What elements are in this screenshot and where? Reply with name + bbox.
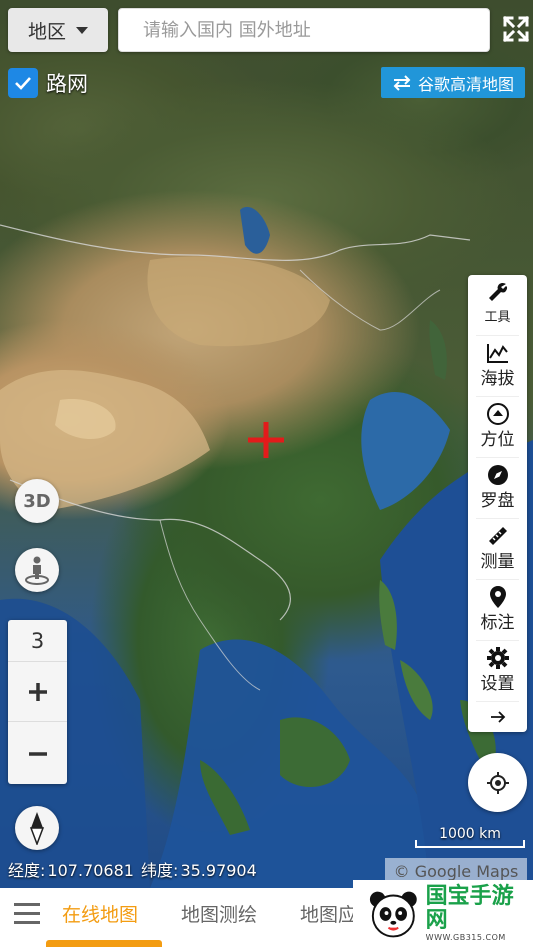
compass-icon [487,465,508,485]
zoom-control: 3 [8,620,67,784]
tool-label: 方位 [480,430,515,450]
tool-label: 测量 [480,552,515,572]
tool-measure[interactable]: 测量 [468,519,527,579]
watermark-url: WWW.GB315.COM [425,933,506,942]
center-crosshair-icon [248,422,284,458]
zoom-level: 3 [8,620,67,662]
latitude-label: 纬度: [141,861,179,880]
tab-map-apps[interactable]: 地图应 [300,900,357,927]
tool-label: 罗盘 [480,491,515,511]
minus-icon [28,751,47,756]
elevation-chart-icon [486,344,508,363]
plus-icon [28,682,47,701]
tools-more-button[interactable] [468,702,527,732]
zoom-out-button[interactable] [8,723,67,784]
address-search-input[interactable] [118,8,490,52]
my-location-button[interactable] [468,753,527,812]
scale-bar: 1000 km [413,826,527,850]
longitude-value: 107.70681 [47,861,134,880]
tab-online-map[interactable]: 在线地图 [62,900,138,927]
region-dropdown[interactable]: 地区 [8,8,108,52]
tool-label: 标注 [480,613,515,633]
tool-label: 海拔 [480,369,515,389]
gear-icon [486,647,509,669]
switch-map-label: 谷歌高清地图 [417,74,514,94]
roadnet-toggle[interactable]: 路网 [8,68,88,98]
region-label: 地区 [27,20,66,43]
tool-label: 工具 [484,310,511,325]
chevron-down-icon [76,26,88,34]
roadnet-label: 路网 [46,72,88,96]
latitude-value: 35.97904 [180,861,257,880]
switch-map-button[interactable]: 谷歌高清地图 [381,67,525,98]
tool-elevation[interactable]: 海拔 [468,336,527,396]
roadnet-checkbox[interactable] [8,68,38,98]
pin-icon [489,586,506,608]
direction-icon [486,403,509,425]
tool-label: 设置 [480,674,515,694]
arrow-right-icon [490,711,505,723]
tools-panel: 工具 海拔 方位 罗盘 测量 标注 设置 [468,275,527,732]
3d-view-button[interactable]: 3D [15,479,59,523]
tool-mark[interactable]: 标注 [468,580,527,640]
zoom-in-button[interactable] [8,662,67,722]
tab-map-survey[interactable]: 地图测绘 [181,900,257,927]
tool-direction[interactable]: 方位 [468,397,527,457]
tool-settings[interactable]: 设置 [468,641,527,701]
active-tab-indicator [46,940,162,947]
tool-compass[interactable]: 罗盘 [468,458,527,518]
scale-bar-line [415,840,525,848]
site-watermark: 国宝手游网 WWW.GB315.COM [353,880,533,947]
tool-tools[interactable]: 工具 [468,275,527,335]
checkmark-icon [15,77,31,90]
longitude-label: 经度: [8,861,46,880]
swap-arrows-icon [393,74,411,91]
wrench-icon [488,282,507,301]
3d-label: 3D [23,490,51,512]
watermark-title: 国宝手游网 [425,884,514,933]
street-view-person-icon [25,556,49,585]
coordinates-readout: 经度: 107.70681 纬度: 35.97904 [8,857,259,881]
fullscreen-icon[interactable] [503,16,529,42]
ruler-icon [488,527,507,545]
locate-crosshair-icon [486,771,509,794]
panda-logo-icon [369,891,417,937]
compass-needle-icon [29,812,45,845]
north-compass-button[interactable] [15,806,59,850]
hamburger-menu-icon[interactable] [14,903,42,927]
street-view-button[interactable] [15,548,59,592]
